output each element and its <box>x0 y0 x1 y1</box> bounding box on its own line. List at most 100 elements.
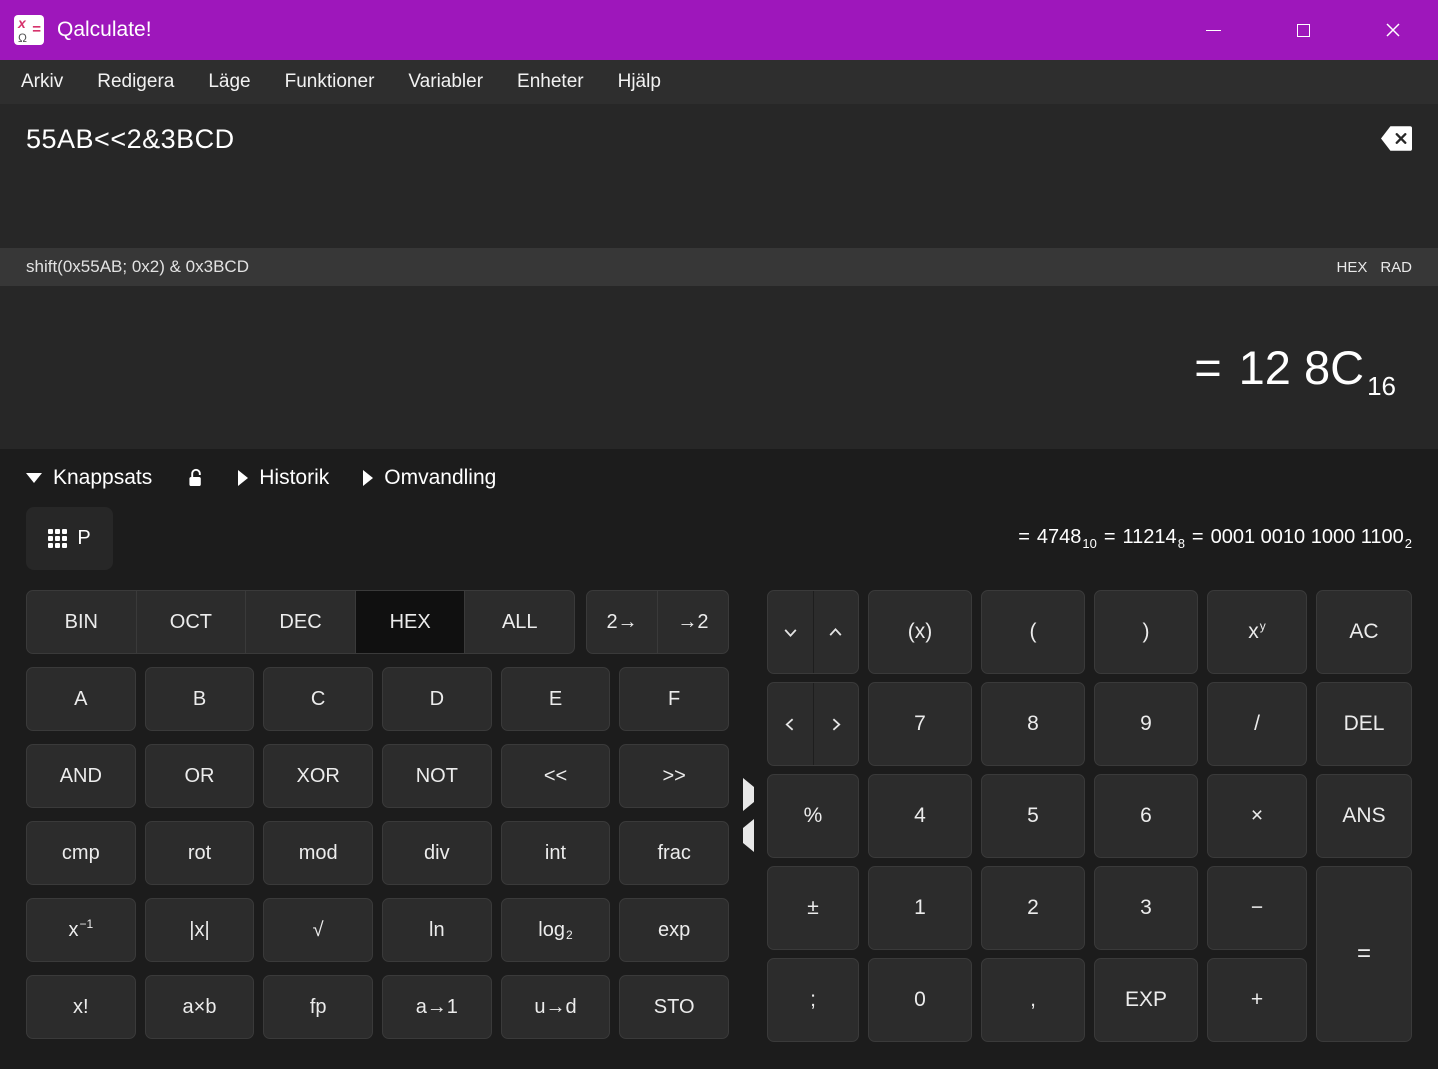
key-or[interactable]: OR <box>145 744 255 808</box>
key-shift-right[interactable]: >> <box>619 744 729 808</box>
key-3[interactable]: 3 <box>1094 866 1198 950</box>
result-equals-sign: = <box>1194 340 1221 395</box>
key-ans[interactable]: ANS <box>1316 774 1412 858</box>
key-exp10[interactable]: EXP <box>1094 958 1198 1042</box>
key-sto[interactable]: STO <box>619 975 729 1039</box>
base-mode-indicator[interactable]: HEX <box>1336 259 1367 276</box>
expression-input[interactable]: 55AB<<2&3BCD <box>26 124 1381 228</box>
key-apply-function[interactable]: (x) <box>868 590 972 674</box>
keypads: BIN OCT DEC HEX ALL 2→ →2 A B C D E F <box>26 590 1412 1042</box>
left-keypad: BIN OCT DEC HEX ALL 2→ →2 A B C D E F <box>26 590 729 1039</box>
triangle-left-icon <box>743 819 754 852</box>
key-hex[interactable]: HEX <box>355 590 466 654</box>
result-base: 16 <box>1367 371 1396 402</box>
key-divide[interactable]: / <box>1207 682 1307 766</box>
panel-toggle-keypad[interactable]: Knappsats <box>26 466 152 490</box>
key-sqrt[interactable]: √ <box>263 898 373 962</box>
key-to-2[interactable]: →2 <box>657 590 729 654</box>
key-factorial[interactable]: x! <box>26 975 136 1039</box>
programming-keypad-button[interactable]: P <box>26 507 113 570</box>
panel-toggle-conversion[interactable]: Omvandling <box>363 466 496 490</box>
key-rot[interactable]: rot <box>145 821 255 885</box>
key-multiply[interactable]: × <box>1207 774 1307 858</box>
key-f[interactable]: F <box>619 667 729 731</box>
menu-variabler[interactable]: Variabler <box>391 60 500 104</box>
key-d[interactable]: D <box>382 667 492 731</box>
key-frac[interactable]: frac <box>619 821 729 885</box>
key-b[interactable]: B <box>145 667 255 731</box>
key-6[interactable]: 6 <box>1094 774 1198 858</box>
key-ac[interactable]: AC <box>1316 590 1412 674</box>
panel-toggle-history[interactable]: Historik <box>238 466 329 490</box>
key-comma[interactable]: , <box>981 958 1085 1042</box>
key-cmp[interactable]: cmp <box>26 821 136 885</box>
key-inverse[interactable]: x−1 <box>26 898 136 962</box>
close-button[interactable] <box>1348 0 1438 60</box>
menu-redigera[interactable]: Redigera <box>80 60 191 104</box>
key-fp[interactable]: fp <box>263 975 373 1039</box>
key-log2[interactable]: log2 <box>501 898 611 962</box>
key-2-to[interactable]: 2→ <box>586 590 658 654</box>
key-mod[interactable]: mod <box>263 821 373 885</box>
key-down[interactable] <box>768 591 814 673</box>
key-a-to-1[interactable]: a→1 <box>382 975 492 1039</box>
expression-area[interactable]: 55AB<<2&3BCD <box>0 104 1438 248</box>
key-u-to-d[interactable]: u→d <box>501 975 611 1039</box>
key-div[interactable]: div <box>382 821 492 885</box>
key-add[interactable]: + <box>1207 958 1307 1042</box>
expand-right-handle[interactable] <box>740 784 757 805</box>
key-7[interactable]: 7 <box>868 682 972 766</box>
key-2[interactable]: 2 <box>981 866 1085 950</box>
key-del[interactable]: DEL <box>1316 682 1412 766</box>
key-a[interactable]: A <box>26 667 136 731</box>
key-bin[interactable]: BIN <box>26 590 137 654</box>
key-c[interactable]: C <box>263 667 373 731</box>
key-e[interactable]: E <box>501 667 611 731</box>
key-updown-group <box>767 590 859 674</box>
key-left[interactable] <box>768 683 814 765</box>
key-up[interactable] <box>814 591 859 673</box>
key-shift-left[interactable]: << <box>501 744 611 808</box>
key-0[interactable]: 0 <box>868 958 972 1042</box>
key-4[interactable]: 4 <box>868 774 972 858</box>
key-power[interactable]: xy <box>1207 590 1307 674</box>
mode-indicators: HEX RAD <box>1336 259 1412 276</box>
menu-enheter[interactable]: Enheter <box>500 60 601 104</box>
key-close-paren[interactable]: ) <box>1094 590 1198 674</box>
menu-funktioner[interactable]: Funktioner <box>268 60 392 104</box>
app-icon-x-glyph: x <box>18 15 26 31</box>
key-abs[interactable]: |x| <box>145 898 255 962</box>
key-semicolon[interactable]: ; <box>767 958 859 1042</box>
key-a-times-b[interactable]: a×b <box>145 975 255 1039</box>
conv-decimal-base: 10 <box>1082 536 1096 551</box>
key-1[interactable]: 1 <box>868 866 972 950</box>
key-oct[interactable]: OCT <box>136 590 247 654</box>
key-right[interactable] <box>814 683 859 765</box>
menu-hjalp[interactable]: Hjälp <box>601 60 678 104</box>
key-equals[interactable]: = <box>1316 866 1412 1042</box>
key-ln[interactable]: ln <box>382 898 492 962</box>
key-and[interactable]: AND <box>26 744 136 808</box>
key-subtract[interactable]: − <box>1207 866 1307 950</box>
angle-mode-indicator[interactable]: RAD <box>1380 259 1412 276</box>
keypad-lock-button[interactable] <box>188 468 204 488</box>
menu-lage[interactable]: Läge <box>191 60 267 104</box>
expand-left-handle[interactable] <box>740 825 757 846</box>
key-8[interactable]: 8 <box>981 682 1085 766</box>
backspace-button[interactable] <box>1381 126 1412 154</box>
key-exp-func[interactable]: exp <box>619 898 729 962</box>
key-5[interactable]: 5 <box>981 774 1085 858</box>
key-percent[interactable]: % <box>767 774 859 858</box>
maximize-button[interactable] <box>1258 0 1348 60</box>
key-all[interactable]: ALL <box>464 590 575 654</box>
key-plusminus[interactable]: ± <box>767 866 859 950</box>
key-xor[interactable]: XOR <box>263 744 373 808</box>
key-open-paren[interactable]: ( <box>981 590 1085 674</box>
key-dec[interactable]: DEC <box>245 590 356 654</box>
menu-arkiv[interactable]: Arkiv <box>4 60 80 104</box>
key-int[interactable]: int <box>501 821 611 885</box>
key-9[interactable]: 9 <box>1094 682 1198 766</box>
key-not[interactable]: NOT <box>382 744 492 808</box>
expander-down-icon <box>26 473 42 483</box>
minimize-button[interactable] <box>1168 0 1258 60</box>
